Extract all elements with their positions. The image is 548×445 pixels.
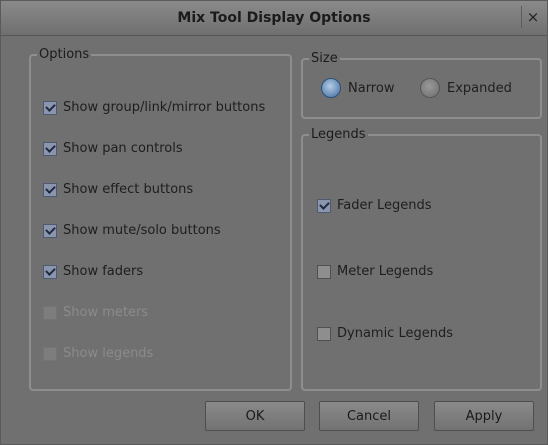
radio-label: Expanded xyxy=(447,80,512,96)
checkbox-icon xyxy=(43,305,57,320)
close-icon[interactable]: × xyxy=(521,6,544,28)
checkbox-label: Show faders xyxy=(63,264,144,279)
show-effect-buttons-checkbox[interactable]: Show effect buttons xyxy=(43,182,193,197)
fader-legends-checkbox[interactable]: Fader Legends xyxy=(317,198,432,213)
expanded-radio[interactable]: Expanded xyxy=(420,78,512,98)
meter-legends-checkbox[interactable]: Meter Legends xyxy=(317,264,433,279)
legends-group: Legends Fader Legends Meter Legends Dyna… xyxy=(301,127,542,391)
show-mute-solo-buttons-checkbox[interactable]: Show mute/solo buttons xyxy=(43,223,221,238)
radio-unselected-icon xyxy=(420,78,440,98)
title-bar[interactable]: Mix Tool Display Options × xyxy=(1,1,547,36)
checkbox-label: Meter Legends xyxy=(337,264,434,279)
mix-tool-display-options-dialog: Mix Tool Display Options × Options Show … xyxy=(0,0,548,445)
checkbox-label: Show legends xyxy=(63,346,154,361)
legends-group-label: Legends xyxy=(311,127,366,142)
checkbox-icon xyxy=(43,182,57,197)
checkbox-icon xyxy=(43,346,57,361)
apply-button[interactable]: Apply xyxy=(434,401,534,431)
size-group: Size Narrow Expanded xyxy=(301,51,542,119)
checkbox-icon xyxy=(43,223,57,238)
options-group-label: Options xyxy=(39,47,90,62)
options-group: Options Show group/link/mirror buttons S… xyxy=(29,47,292,391)
show-group-link-mirror-buttons-checkbox[interactable]: Show group/link/mirror buttons xyxy=(43,100,265,115)
cancel-button[interactable]: Cancel xyxy=(319,401,419,431)
checkbox-icon xyxy=(43,264,57,279)
show-faders-checkbox[interactable]: Show faders xyxy=(43,264,143,279)
checkbox-label: Show mute/solo buttons xyxy=(63,223,221,238)
checkbox-icon xyxy=(317,264,331,279)
checkbox-label: Show pan controls xyxy=(63,141,183,156)
show-pan-controls-checkbox[interactable]: Show pan controls xyxy=(43,141,183,156)
checkbox-icon xyxy=(43,100,57,115)
radio-selected-icon xyxy=(321,78,341,98)
checkbox-label: Dynamic Legends xyxy=(337,326,453,341)
size-group-label: Size xyxy=(311,51,338,66)
checkbox-label: Show meters xyxy=(63,305,149,320)
checkbox-icon xyxy=(43,141,57,156)
checkbox-icon xyxy=(317,326,331,341)
show-meters-checkbox: Show meters xyxy=(43,305,148,320)
dynamic-legends-checkbox[interactable]: Dynamic Legends xyxy=(317,326,453,341)
ok-button[interactable]: OK xyxy=(205,401,305,431)
radio-label: Narrow xyxy=(348,80,395,96)
checkbox-label: Fader Legends xyxy=(337,198,432,213)
narrow-radio[interactable]: Narrow xyxy=(321,78,394,98)
dialog-title: Mix Tool Display Options xyxy=(177,10,371,26)
show-legends-checkbox: Show legends xyxy=(43,346,153,361)
checkbox-label: Show effect buttons xyxy=(63,182,194,197)
checkbox-icon xyxy=(317,198,331,213)
checkbox-label: Show group/link/mirror buttons xyxy=(63,100,266,115)
